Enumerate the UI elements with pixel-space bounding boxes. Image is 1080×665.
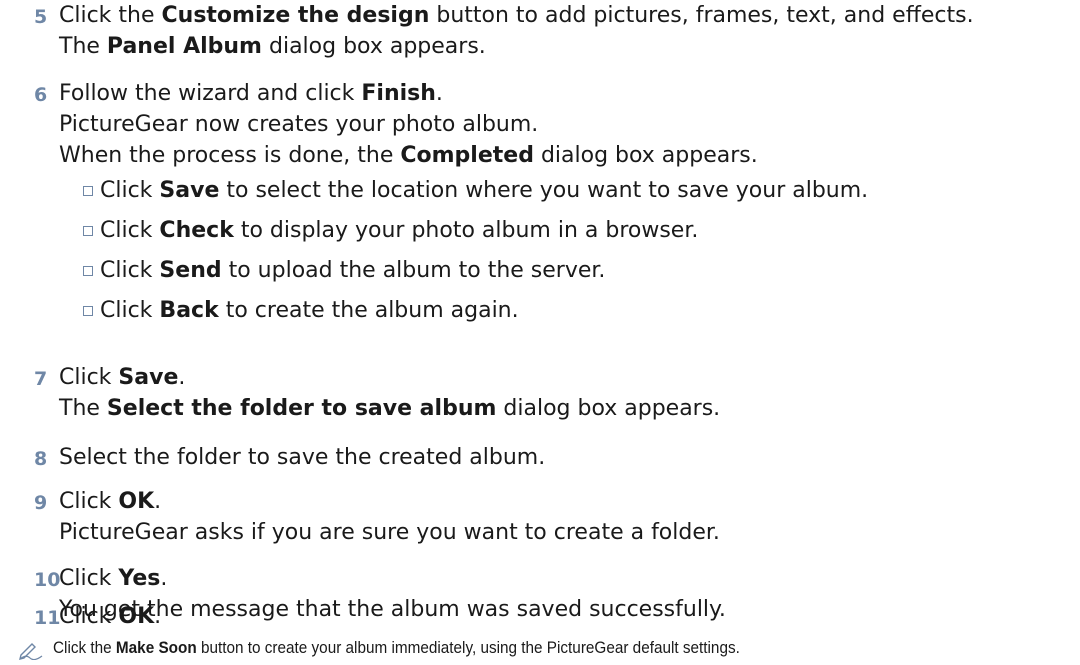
step-text-line: Click OK.	[59, 603, 161, 631]
step-text-line: Click the Customize the design button to…	[59, 2, 974, 30]
step-number: 7	[34, 368, 48, 390]
ui-term: Check	[159, 218, 234, 243]
ui-term: Finish	[361, 81, 436, 106]
checkbox-bullet-icon	[83, 186, 93, 196]
text-run: When the process is done, the	[59, 143, 401, 168]
bullet-item: Click Save to select the location where …	[100, 177, 868, 205]
text-run: .	[154, 489, 162, 514]
checkbox-bullet-icon	[83, 306, 93, 316]
ui-term: Select the folder to save album	[106, 396, 497, 421]
ui-term: OK	[118, 604, 155, 629]
text-run: Click	[100, 258, 160, 283]
text-run: The	[59, 396, 107, 421]
checkbox-bullet-icon	[83, 226, 93, 236]
ui-term: Make Soon	[115, 638, 197, 657]
text-run: to create the album again.	[218, 298, 519, 323]
bullet-item: Click Back to create the album again.	[100, 297, 519, 325]
text-run: Select the folder to save the created al…	[59, 445, 546, 470]
step-number: 10	[34, 569, 61, 591]
ui-term: OK	[118, 489, 155, 514]
ui-term: Customize the design	[161, 3, 430, 28]
ui-term: Save	[159, 178, 220, 203]
text-run: .	[178, 365, 186, 390]
text-run: Click	[59, 489, 119, 514]
text-run: Click the	[59, 3, 162, 28]
bullet-item: Click Check to display your photo album …	[100, 217, 698, 245]
step-text-line: The Panel Album dialog box appears.	[59, 33, 486, 61]
text-run: dialog box appears.	[533, 143, 758, 168]
step-text-line: Click Yes.	[59, 565, 167, 593]
tip-note: Click the Make Soon button to create you…	[53, 637, 740, 659]
ui-term: Send	[159, 258, 222, 283]
step-number: 9	[34, 492, 48, 514]
text-run: Click	[59, 365, 119, 390]
ui-term: Completed	[400, 143, 534, 168]
text-run: dialog box appears.	[262, 34, 486, 59]
text-run: .	[160, 566, 168, 591]
text-run: Click	[100, 218, 160, 243]
text-run: to upload the album to the server.	[221, 258, 606, 283]
ui-term: Save	[118, 365, 179, 390]
text-run: dialog box appears.	[496, 396, 721, 421]
ui-term: Yes	[118, 566, 161, 591]
text-run: Click the	[53, 638, 116, 657]
text-run: PictureGear now creates your photo album…	[59, 112, 539, 137]
step-text-line: PictureGear asks if you are sure you wan…	[59, 519, 720, 547]
text-run: The	[59, 34, 107, 59]
step-number: 8	[34, 448, 48, 470]
step-text-line: Follow the wizard and click Finish.	[59, 80, 443, 108]
text-run: Click	[59, 566, 119, 591]
pencil-note-icon	[18, 640, 44, 664]
text-run: Click	[100, 178, 160, 203]
text-run: Click	[100, 298, 160, 323]
ui-term: Back	[159, 298, 219, 323]
step-number: 6	[34, 84, 48, 106]
step-text-line: When the process is done, the Completed …	[59, 142, 758, 170]
step-number: 5	[34, 6, 48, 28]
text-run: Follow the wizard and click	[59, 81, 362, 106]
text-run: .	[154, 604, 162, 629]
text-run: .	[435, 81, 443, 106]
step-text-line: Click Save.	[59, 364, 185, 392]
text-run: to display your photo album in a browser…	[233, 218, 699, 243]
text-run: Click	[59, 604, 119, 629]
text-run: PictureGear asks if you are sure you wan…	[59, 520, 720, 545]
step-text-line: The Select the folder to save album dial…	[59, 395, 720, 423]
ui-term: Panel Album	[106, 34, 262, 59]
text-run: button to add pictures, frames, text, an…	[429, 3, 974, 28]
step-number: 11	[34, 607, 61, 629]
bullet-item: Click Send to upload the album to the se…	[100, 257, 605, 285]
text-run: button to create your album immediately,…	[196, 638, 740, 657]
step-text-line: Click OK.	[59, 488, 161, 516]
text-run: to select the location where you want to…	[219, 178, 869, 203]
step-text-line: Select the folder to save the created al…	[59, 444, 545, 472]
step-text-line: PictureGear now creates your photo album…	[59, 111, 538, 139]
checkbox-bullet-icon	[83, 266, 93, 276]
